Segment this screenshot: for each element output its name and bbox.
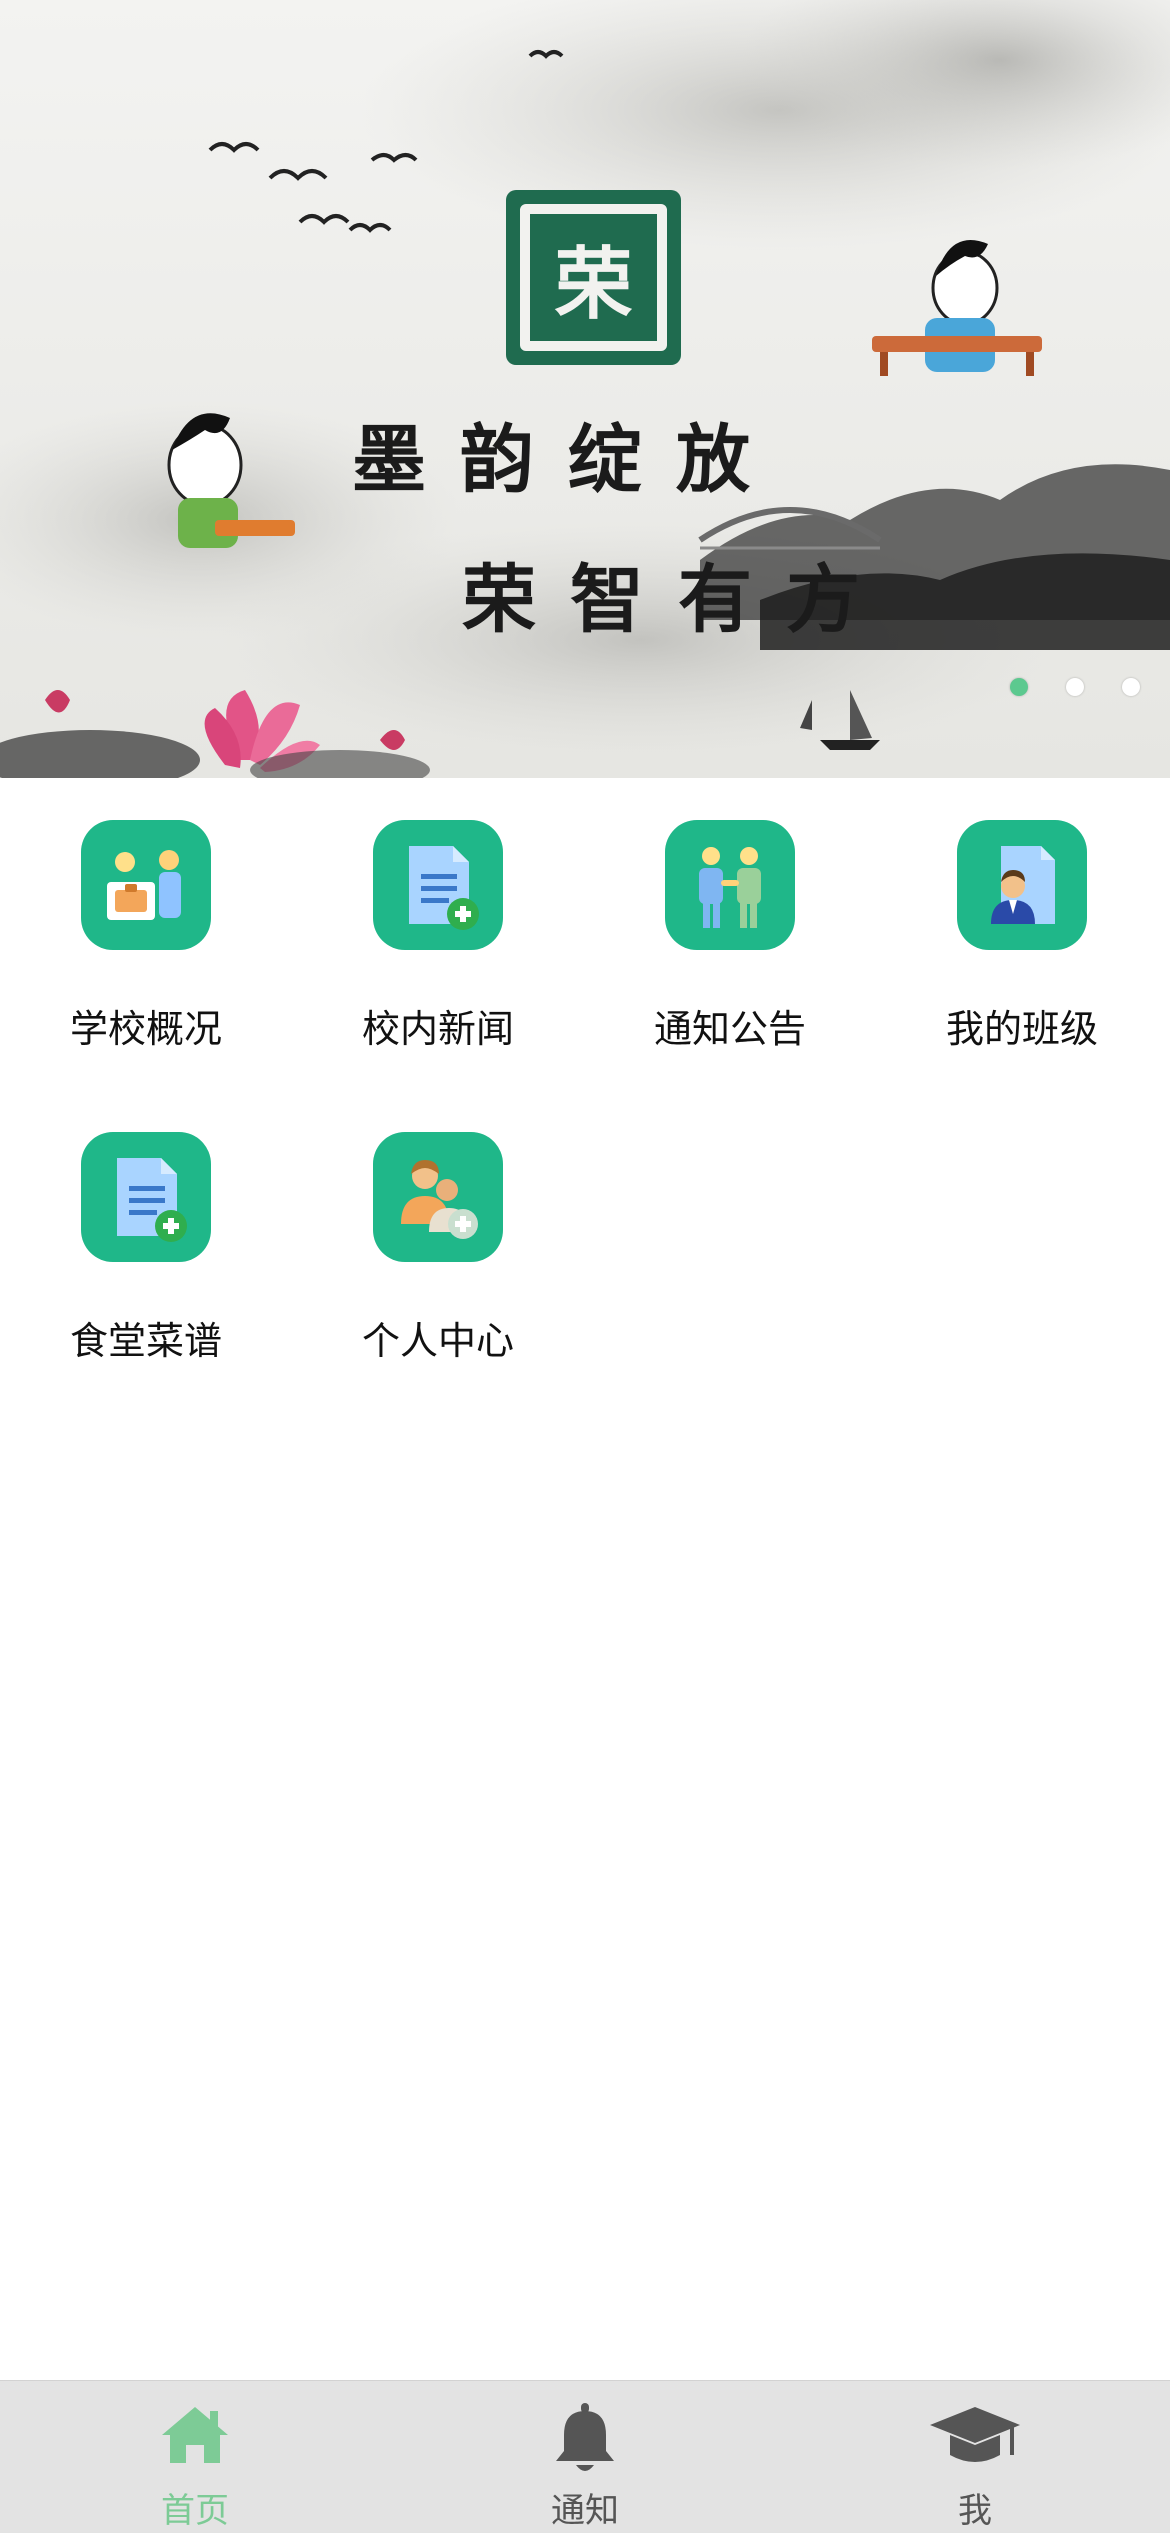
banner-carousel[interactable]: 荣 墨韵绽放 荣智有方 xyxy=(0,0,1170,778)
ink-landscape-illustration xyxy=(0,0,1170,778)
personal-center-users-icon xyxy=(373,1132,503,1262)
grid-label-campus-news: 校内新闻 xyxy=(361,1007,514,1051)
school-overview-icon xyxy=(81,820,211,950)
tab-home[interactable]: 首页 xyxy=(0,2381,390,2533)
grid-item-school-overview[interactable]: 学校概况 xyxy=(0,820,292,1060)
menu-document-add-icon xyxy=(81,1132,211,1262)
banner-slogan-line1: 墨韵绽放 xyxy=(352,417,784,503)
carousel-dot-1[interactable] xyxy=(1010,678,1028,696)
grid-label-school-overview: 学校概况 xyxy=(69,1007,222,1051)
grid-item-notice[interactable]: 通知公告 xyxy=(584,820,876,1060)
graduation-cap-icon xyxy=(930,2407,1020,2462)
carousel-dot-3[interactable] xyxy=(1122,678,1140,696)
tab-notification-label: 通知 xyxy=(551,2491,619,2531)
grid-label-notice: 通知公告 xyxy=(653,1007,806,1051)
grid-label-personal-center: 个人中心 xyxy=(361,1319,514,1363)
news-document-add-icon xyxy=(373,820,503,950)
tab-me-label: 我 xyxy=(958,2491,992,2531)
notice-people-icon xyxy=(665,820,795,950)
tab-home-label: 首页 xyxy=(161,2491,229,2531)
tab-notification[interactable]: 通知 xyxy=(390,2381,780,2533)
bell-icon xyxy=(556,2403,614,2471)
grid-item-campus-news[interactable]: 校内新闻 xyxy=(292,820,584,1060)
banner-slogan-line2: 荣智有方 xyxy=(462,557,894,643)
grid-label-my-class: 我的班级 xyxy=(945,1007,1098,1051)
grid-item-canteen-menu[interactable]: 食堂菜谱 xyxy=(0,1132,292,1372)
tab-me[interactable]: 我 xyxy=(780,2381,1170,2533)
grid-label-canteen-menu: 食堂菜谱 xyxy=(69,1319,222,1363)
grid-item-personal-center[interactable]: 个人中心 xyxy=(292,1132,584,1372)
school-seal-logo: 荣 xyxy=(506,190,681,365)
grid-item-my-class[interactable]: 我的班级 xyxy=(876,820,1168,1060)
class-person-document-icon xyxy=(957,820,1087,950)
home-icon xyxy=(162,2407,228,2463)
carousel-indicators xyxy=(1010,678,1140,696)
carousel-dot-2[interactable] xyxy=(1066,678,1084,696)
bottom-tab-bar: 首页 通知 我 xyxy=(0,2380,1170,2533)
